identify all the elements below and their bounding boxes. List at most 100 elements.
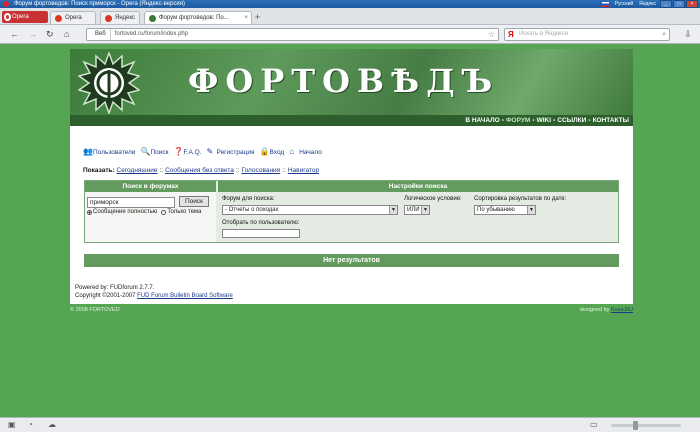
fudforum-link[interactable]: FUD Forum Bulletin Board Software — [137, 293, 233, 299]
site-title: ФОРТОВѢДЪ — [188, 62, 500, 100]
tab-yandex[interactable]: Яндекс — [100, 11, 140, 24]
close-icon[interactable]: × — [686, 0, 698, 8]
yandex-logo-icon: Я — [508, 30, 514, 39]
opera-logo-icon — [3, 1, 9, 7]
radio-subject-only[interactable]: Только тема — [161, 209, 202, 215]
opera-favicon-icon — [55, 15, 62, 22]
link-separator: :: — [159, 167, 164, 174]
nav-home[interactable]: В НАЧАЛО — [465, 117, 499, 124]
chevron-down-icon: ▼ — [389, 206, 397, 214]
maximize-icon[interactable]: □ — [673, 0, 685, 8]
turbo-icon[interactable]: ◔ — [28, 421, 33, 429]
no-results-bar: Нет результатов — [84, 254, 619, 267]
site-nav: В НАЧАЛО • ФОРУМ • WIKI • ССЫЛКИ • КОНТАКТЫ — [70, 115, 633, 126]
emblem-icon — [78, 52, 140, 114]
sort-select[interactable]: По убыванию ▼ — [474, 205, 536, 215]
address-bar[interactable]: Веб fortoved.ru/forum/index.php ☆ — [86, 28, 499, 41]
zoom-slider-thumb[interactable] — [633, 421, 638, 430]
chevron-down-icon: ▼ — [421, 206, 429, 214]
language-label[interactable]: Русский — [615, 0, 634, 8]
panel-toggle-icon[interactable]: ▣ — [8, 421, 16, 429]
radio-unchecked-icon — [161, 209, 167, 215]
logic-select-label: Логическое условие: — [404, 196, 462, 202]
new-tab-button[interactable]: + — [255, 12, 260, 22]
tab-bar: Opera Opera Яндекс Форум фортоведов: По.… — [0, 8, 700, 25]
opera-menu-button[interactable]: Opera — [2, 11, 48, 23]
opera-o-icon — [4, 13, 11, 21]
forum-favicon-icon — [149, 15, 156, 22]
unite-icon[interactable]: ☁ — [48, 421, 56, 429]
toolbar-label: Вход — [269, 148, 285, 156]
designer-link[interactable]: Kosa.RU — [611, 307, 633, 313]
url-badge: Веб — [91, 29, 111, 40]
content-area: 👥 Пользователи 🔍 Поиск ❓ F.A.Q. ✎ Регистраци… — [70, 126, 633, 304]
logic-select[interactable]: ИЛИ ▼ — [404, 205, 430, 215]
toolbar-faq[interactable]: ❓ F.A.Q. — [173, 148, 201, 156]
view-icon[interactable]: ▭ — [590, 421, 598, 429]
forum-select-value: - Отчеты о походах — [225, 207, 279, 213]
sort-select-label: Сортировка результатов по дате: — [474, 196, 567, 202]
window-title-bar: Форум фортоведов: Поиск приморск - Opera… — [0, 0, 700, 8]
bookmark-star-icon[interactable]: ☆ — [488, 29, 495, 40]
search-icon: 🔍 — [140, 147, 151, 156]
site-header: ФОРТОВѢДЪ — [70, 49, 633, 115]
copyright-prefix: Copyright ©2001-2007 — [75, 293, 136, 299]
search-submit-button[interactable]: Поиск — [179, 196, 209, 207]
toolbar-users[interactable]: 👥 Пользователи — [83, 148, 135, 156]
nav-links[interactable]: ССЫЛКИ — [557, 117, 586, 124]
zoom-slider[interactable] — [611, 421, 681, 430]
tab-close-icon[interactable]: × — [244, 12, 248, 24]
back-icon[interactable]: ← — [10, 30, 19, 39]
sort-select-value: По убыванию — [477, 207, 515, 213]
window-controls: _ □ × — [660, 0, 698, 8]
nav-wiki[interactable]: WIKI — [537, 117, 551, 124]
toolbar-login[interactable]: 🔒 Вход — [260, 148, 285, 156]
forum-select[interactable]: - Отчеты о походах ▼ — [222, 205, 398, 215]
nav-forum[interactable]: ФОРУМ — [506, 117, 530, 124]
help-icon: ❓ — [173, 147, 184, 156]
toolbar-home[interactable]: ⌂ Начало — [289, 148, 322, 156]
forward-icon[interactable]: → — [28, 30, 37, 39]
toolbar-label: Пользователи — [93, 148, 136, 156]
logic-select-value: ИЛИ — [407, 207, 420, 213]
user-filter-label: Отобрать по пользователю: — [222, 220, 300, 226]
search-scope-radios: Сообщение полностью Только тема — [87, 209, 202, 215]
link-navigator[interactable]: Навигатор — [288, 167, 319, 174]
toolbar-label: Регистрация — [216, 148, 255, 156]
link-today[interactable]: Сегодняшние — [117, 167, 158, 174]
link-polls[interactable]: Голосования — [241, 167, 280, 174]
radio-full-message[interactable]: Сообщение полностью — [87, 209, 157, 215]
show-label: Показать: — [83, 167, 115, 174]
user-filter-input[interactable] — [222, 229, 300, 238]
link-separator: :: — [282, 167, 286, 174]
minimize-icon[interactable]: _ — [660, 0, 672, 8]
search-input[interactable]: Я Искать в Яндексе ⌕ — [504, 28, 670, 41]
toolbar-register[interactable]: ✎ Регистрация — [207, 148, 255, 156]
search-query-input[interactable]: приморск — [87, 197, 175, 208]
search-settings-cell: Форум для поиска: - Отчеты о походах ▼ Ло… — [218, 192, 618, 242]
toolbar-label: Начало — [299, 148, 322, 156]
window-title: Форум фортоведов: Поиск приморск - Opera… — [14, 1, 185, 7]
yandex-tray-label[interactable]: Яндекс — [639, 0, 656, 8]
tab-forum[interactable]: Форум фортоведов: По... × — [144, 11, 252, 24]
link-unanswered[interactable]: Сообщения без ответа — [165, 167, 234, 174]
register-icon: ✎ — [206, 147, 214, 156]
home-nav-icon[interactable]: ⌂ — [64, 30, 69, 39]
radio-label: Только тема — [167, 209, 202, 215]
forum-select-label: Форум для поиска: — [222, 196, 275, 202]
yandex-favicon-icon — [105, 15, 112, 22]
language-flag-icon — [601, 1, 609, 7]
nav-contacts[interactable]: КОНТАКТЫ — [593, 117, 629, 124]
search-glass-icon[interactable]: ⌕ — [662, 29, 666, 40]
radio-checked-icon — [87, 209, 92, 215]
show-links-row: Показать: Сегодняшние:: Сообщения без отв… — [83, 167, 319, 174]
toolbar-search[interactable]: 🔍 Поиск — [140, 148, 168, 156]
designed-by: designed by Kosa.RU — [580, 307, 633, 313]
search-forums-header: Поиск в форумах — [85, 181, 216, 192]
home-icon: ⌂ — [289, 147, 295, 156]
reload-icon[interactable]: ↻ — [46, 30, 54, 39]
downloads-icon[interactable]: ⇩ — [682, 29, 694, 40]
search-form: Поиск в форумах Настройки поиска приморс… — [84, 180, 619, 243]
tab-opera[interactable]: Opera — [50, 11, 96, 24]
forum-toolbar: 👥 Пользователи 🔍 Поиск ❓ F.A.Q. ✎ Регистраци… — [83, 148, 322, 156]
